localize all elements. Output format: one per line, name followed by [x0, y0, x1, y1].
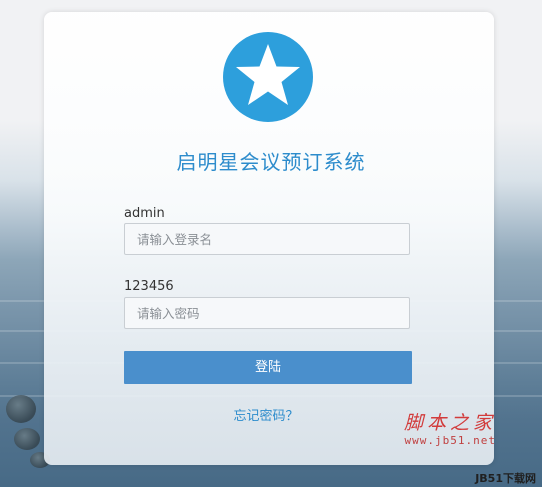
logo	[223, 32, 313, 122]
star-icon	[236, 44, 300, 105]
watermark-url: www.jb51.net	[404, 434, 496, 447]
username-label: admin	[124, 206, 165, 221]
corner-watermark: JB51下载网	[475, 472, 536, 485]
password-label: 123456	[124, 279, 174, 294]
username-input[interactable]	[124, 223, 410, 255]
login-button[interactable]: 登陆	[124, 351, 412, 384]
rock	[14, 428, 40, 450]
page-title: 启明星会议预订系统	[176, 150, 366, 174]
password-input[interactable]	[124, 297, 410, 329]
watermark-text: 脚本之家	[403, 412, 496, 434]
